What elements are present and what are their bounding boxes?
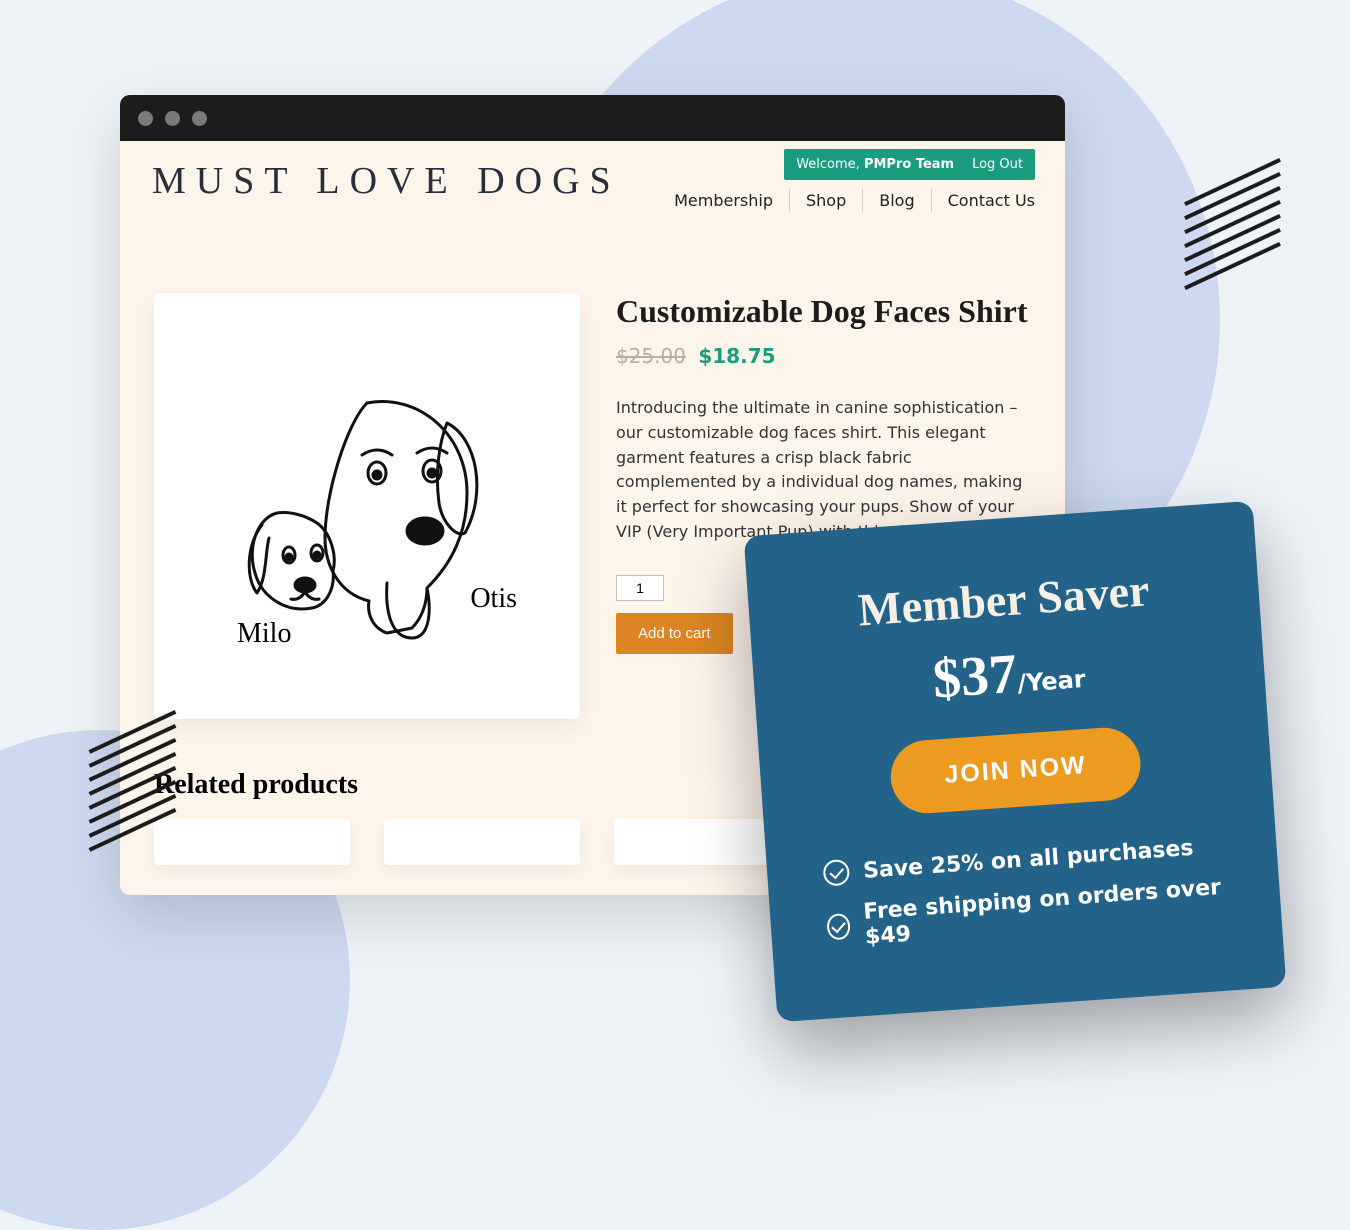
- price-original: $25.00: [616, 344, 686, 368]
- decorative-stripes: [85, 720, 175, 850]
- related-product-card[interactable]: [384, 819, 580, 865]
- page-header: Welcome, PMPro Team Log Out MUST LOVE DO…: [120, 141, 1065, 213]
- decorative-stripes: [1180, 170, 1280, 280]
- benefit-text: Free shipping on orders over $49: [863, 875, 1226, 950]
- dog-name-left: Milo: [237, 618, 291, 650]
- welcome-name: PMPro Team: [864, 157, 954, 172]
- nav-shop[interactable]: Shop: [790, 189, 863, 212]
- check-icon: [826, 913, 851, 941]
- member-saver-popup: Member Saver $37/Year JOIN NOW Save 25% …: [744, 501, 1287, 1022]
- price-sale: $18.75: [698, 344, 775, 368]
- popup-price: $37: [931, 643, 1019, 711]
- related-product-card[interactable]: [154, 819, 350, 865]
- popup-title: Member Saver: [787, 558, 1220, 641]
- nav-contact[interactable]: Contact Us: [932, 189, 1035, 212]
- add-to-cart-button[interactable]: Add to cart: [616, 613, 733, 654]
- welcome-bar: Welcome, PMPro Team Log Out: [784, 149, 1035, 180]
- welcome-text: Welcome, PMPro Team: [796, 157, 954, 172]
- product-image[interactable]: Milo Otis: [154, 293, 580, 719]
- popup-price-row: $37/Year: [792, 627, 1225, 721]
- nav-membership[interactable]: Membership: [658, 189, 790, 212]
- check-icon: [822, 859, 850, 887]
- popup-period: /Year: [1016, 665, 1086, 698]
- join-now-button[interactable]: JOIN NOW: [888, 725, 1143, 815]
- product-price: $25.00 $18.75: [616, 344, 1031, 368]
- benefit-text: Save 25% on all purchases: [862, 835, 1194, 883]
- window-close-icon[interactable]: [138, 111, 153, 126]
- nav-blog[interactable]: Blog: [863, 189, 931, 212]
- logout-link[interactable]: Log Out: [972, 157, 1023, 172]
- popup-benefit-row: Free shipping on orders over $49: [809, 874, 1241, 954]
- quantity-input[interactable]: [616, 575, 664, 601]
- welcome-label: Welcome,: [796, 157, 864, 172]
- window-minimize-icon[interactable]: [165, 111, 180, 126]
- primary-nav: Membership Shop Blog Contact Us: [658, 189, 1035, 212]
- window-titlebar: [120, 95, 1065, 141]
- product-title: Customizable Dog Faces Shirt: [616, 293, 1031, 330]
- window-maximize-icon[interactable]: [192, 111, 207, 126]
- dog-name-right: Otis: [470, 583, 517, 650]
